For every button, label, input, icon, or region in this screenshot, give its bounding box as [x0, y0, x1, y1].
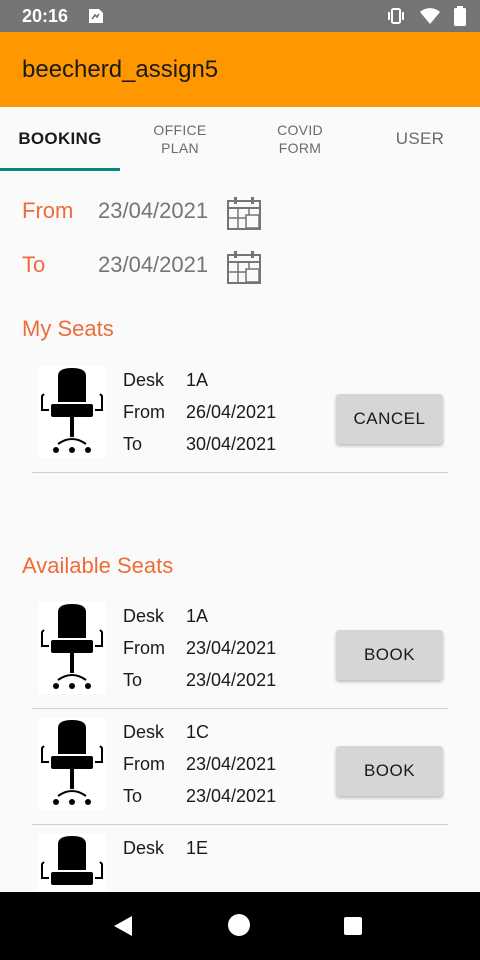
book-button[interactable]: BOOK [336, 746, 443, 796]
tab-user[interactable]: USER [360, 107, 480, 171]
calendar-icon[interactable] [226, 249, 262, 285]
from-label: From [123, 402, 165, 422]
tab-office-plan[interactable]: OFFICE PLAN [120, 107, 240, 171]
to-date-value[interactable]: 23/04/2021 [98, 252, 208, 278]
office-chair-icon [38, 718, 106, 810]
to-label: To [123, 434, 143, 454]
available-seat-card: Desk 1E [32, 828, 448, 892]
my-seat-card: Desk 1A From 26/04/2021 To 30/04/2021 CA… [32, 360, 448, 473]
from-value: 23/04/2021 [186, 754, 277, 774]
cancel-button[interactable]: CANCEL [336, 394, 443, 444]
app-title: beecherd_assign5 [22, 56, 219, 83]
desk-label: Desk [123, 606, 165, 626]
available-seat-card: Desk 1C From 23/04/2021 To 23/04/2021 BO… [32, 712, 448, 825]
to-label: To [22, 252, 46, 277]
to-value: 30/04/2021 [186, 434, 277, 454]
available-seats-heading: Available Seats [22, 553, 174, 578]
status-bar: 20:16 [0, 0, 480, 32]
from-value: 26/04/2021 [186, 402, 277, 422]
vibrate-icon [386, 7, 406, 30]
desk-label: Desk [123, 370, 165, 390]
desk-label: Desk [123, 838, 165, 858]
desk-value: 1A [186, 606, 209, 626]
from-label: From [22, 198, 74, 223]
from-label: From [123, 638, 165, 658]
office-chair-icon [38, 602, 106, 694]
desk-value: 1C [186, 722, 210, 742]
desk-label: Desk [123, 722, 165, 742]
office-chair-icon [38, 366, 106, 458]
battery-icon [454, 6, 466, 31]
from-label: From [123, 754, 165, 774]
wifi-icon [420, 7, 440, 30]
back-icon[interactable] [112, 914, 134, 943]
from-date-value[interactable]: 23/04/2021 [98, 198, 208, 224]
to-value: 23/04/2021 [186, 670, 277, 690]
to-label: To [123, 786, 143, 806]
to-label: To [123, 670, 143, 690]
tab-booking[interactable]: BOOKING [0, 107, 120, 171]
desk-value: 1E [186, 838, 209, 858]
app-bar: beecherd_assign5 [0, 32, 480, 107]
status-time: 20:16 [22, 6, 69, 26]
from-value: 23/04/2021 [186, 638, 277, 658]
system-navigation-bar [0, 892, 480, 960]
tab-bar: BOOKING OFFICE PLAN COVID FORM USER [0, 107, 480, 171]
home-icon[interactable] [227, 913, 251, 942]
book-button[interactable]: BOOK [336, 630, 443, 680]
to-value: 23/04/2021 [186, 786, 277, 806]
recents-icon[interactable] [343, 916, 363, 941]
tab-covid-form[interactable]: COVID FORM [240, 107, 360, 171]
available-seat-card: Desk 1A From 23/04/2021 To 23/04/2021 BO… [32, 596, 448, 709]
office-chair-icon [38, 834, 106, 892]
sim-card-icon [87, 8, 105, 29]
calendar-icon[interactable] [226, 195, 262, 231]
my-seats-heading: My Seats [22, 316, 114, 341]
desk-value: 1A [186, 370, 209, 390]
